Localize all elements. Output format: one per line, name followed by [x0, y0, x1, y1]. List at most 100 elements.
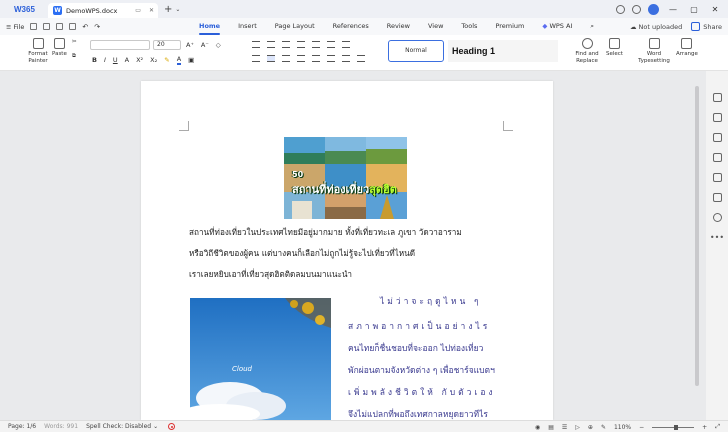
strikethrough-button[interactable]: A — [125, 56, 129, 64]
poem-line[interactable]: คนไทยก็ชื่นชอบที่จะออก ไปท่องเที่ยว — [348, 341, 483, 355]
align-center-icon[interactable] — [267, 55, 275, 62]
play-icon[interactable]: ▷ — [575, 424, 580, 431]
tab-references[interactable]: References — [324, 18, 378, 35]
cut-icon[interactable]: ✂ — [72, 39, 77, 45]
tab-premium[interactable]: Premium — [486, 18, 533, 35]
more-icon[interactable]: ••• — [710, 233, 724, 242]
font-size-select[interactable]: 20 — [153, 40, 181, 50]
tab-list-chevron-icon[interactable]: ⌄ — [175, 6, 180, 13]
word-typesetting-button[interactable]: Word Typesetting — [638, 38, 670, 65]
font-family-select[interactable] — [90, 40, 150, 50]
align-left-icon[interactable] — [252, 55, 260, 62]
eye-icon[interactable]: ◉ — [535, 424, 540, 431]
distribute-icon[interactable] — [312, 55, 320, 62]
save-icon[interactable] — [30, 23, 38, 30]
char-shading-icon[interactable]: ▣ — [188, 56, 194, 64]
preview-icon[interactable] — [69, 23, 77, 30]
italic-button[interactable]: I — [104, 56, 106, 64]
zoom-slider[interactable] — [652, 424, 695, 430]
help-icon[interactable] — [712, 213, 722, 222]
export-icon[interactable] — [43, 23, 51, 30]
justify-icon[interactable] — [297, 55, 305, 62]
decrease-font-icon[interactable]: A⁻ — [201, 41, 209, 49]
find-replace-button[interactable]: Find and Replace — [574, 38, 600, 65]
numbering-icon[interactable] — [267, 41, 275, 48]
document-page[interactable]: 50 สถานที่ท่องเที่ยวสุดฮิต สถานที่ท่องเท… — [141, 81, 553, 420]
show-marks-icon[interactable] — [342, 41, 350, 48]
tab-view[interactable]: View — [419, 18, 452, 35]
page-view-icon[interactable]: ▤ — [548, 424, 554, 431]
tab-tools[interactable]: Tools — [452, 18, 486, 35]
maximize-button[interactable]: ▢ — [687, 5, 701, 14]
tab-restore-icon[interactable]: ▭ — [135, 7, 141, 14]
paragraph-line[interactable]: เราเลยหยิบเอาที่เที่ยวสุดฮิตติดลมบนมาแนะ… — [189, 268, 352, 281]
magic-tools-icon[interactable] — [712, 153, 722, 162]
banner-image[interactable]: 50 สถานที่ท่องเที่ยวสุดฮิต — [284, 137, 407, 219]
indent-icon[interactable] — [297, 41, 305, 48]
tab-page-layout[interactable]: Page Layout — [266, 18, 324, 35]
page-indicator[interactable]: Page: 1/6 — [8, 423, 36, 430]
poem-line[interactable]: ไม่ว่าจะฤดูไหน ๆ — [380, 294, 482, 308]
bold-button[interactable]: B — [92, 56, 97, 64]
share-doc-icon[interactable] — [712, 193, 722, 202]
tab-wps-ai[interactable]: ◆ WPS AI — [533, 18, 581, 35]
new-tab-button[interactable]: + — [164, 4, 172, 15]
sky-photo[interactable]: Cloud — [190, 298, 331, 420]
superscript-button[interactable]: X² — [136, 56, 143, 64]
paragraph-line[interactable]: หรือวิถีชีวิตของผู้คน แต่บางคนก็เลือกไม่… — [189, 247, 415, 260]
app-logo[interactable]: W365 — [0, 0, 48, 18]
spell-check-status[interactable]: Spell Check: Disabled — [86, 423, 151, 430]
clock-icon[interactable] — [616, 4, 625, 14]
format-painter-button[interactable]: Format Painter — [24, 38, 52, 65]
highlight-icon[interactable]: ✎ — [164, 56, 169, 64]
borders-icon[interactable] — [357, 55, 365, 62]
increase-font-icon[interactable]: A⁺ — [186, 41, 194, 49]
share-button[interactable]: Share — [691, 22, 722, 31]
fit-window-icon[interactable]: ⤢ — [715, 423, 720, 431]
globe-icon[interactable] — [632, 4, 641, 14]
poem-line[interactable]: พักผ่อนตามจังหวัดต่าง ๆ เพื่อชาร์จแบตฯ — [348, 363, 495, 377]
zoom-in-icon[interactable]: + — [702, 424, 707, 431]
file-menu[interactable]: ≡ File — [6, 23, 24, 31]
select-button[interactable]: Select — [606, 38, 623, 57]
document-canvas[interactable]: 50 สถานที่ท่องเที่ยวสุดฮิต สถานที่ท่องเท… — [0, 71, 728, 420]
shading-icon[interactable] — [342, 55, 350, 62]
edit-icon[interactable] — [712, 93, 722, 102]
tab-review[interactable]: Review — [378, 18, 419, 35]
undo-icon[interactable]: ↶ — [82, 23, 88, 31]
scrollbar-thumb[interactable] — [695, 86, 699, 386]
record-icon[interactable] — [168, 423, 176, 430]
select-objects-icon[interactable] — [712, 113, 722, 122]
paragraph-line[interactable]: สถานที่ท่องเที่ยวในประเทศไทยมีอยู่มากมาย… — [189, 226, 462, 239]
minimize-button[interactable]: — — [666, 5, 680, 14]
close-button[interactable]: ✕ — [708, 5, 722, 14]
outline-view-icon[interactable]: ☰ — [562, 424, 567, 431]
tab-insert[interactable]: Insert — [229, 18, 266, 35]
redo-icon[interactable]: ↷ — [94, 23, 100, 31]
sort-icon[interactable] — [327, 41, 335, 48]
paste-button[interactable]: Paste — [52, 38, 67, 57]
web-view-icon[interactable]: ⊕ — [588, 424, 593, 431]
avatar[interactable] — [648, 3, 659, 15]
style-heading-1[interactable]: Heading 1 — [448, 40, 558, 62]
poem-line[interactable]: เพิ่มพลังชีวิตให้ กับตัวเอง — [348, 385, 496, 399]
underline-button[interactable]: U — [113, 56, 118, 64]
subscript-button[interactable]: X₂ — [150, 56, 157, 64]
spell-check-chevron-icon[interactable]: ⌄ — [153, 423, 158, 430]
poem-line[interactable]: จึงไม่แปลกที่พอถึงเทศกาลหยุดยาวทีไร — [348, 407, 488, 421]
poem-line[interactable]: สภาพอากาศเป็นอย่างไร — [348, 319, 490, 333]
document-tab[interactable]: W DemoWPS.docx ▭ ✕ — [48, 3, 158, 18]
font-color-icon[interactable]: A — [176, 55, 182, 65]
arrange-button[interactable]: Arrange — [676, 38, 698, 57]
zoom-out-icon[interactable]: − — [639, 424, 644, 431]
align-right-icon[interactable] — [282, 55, 290, 62]
search-icon[interactable]: ⌕ — [581, 18, 603, 35]
tab-home[interactable]: Home — [190, 18, 229, 35]
line-spacing-icon[interactable] — [327, 55, 335, 62]
upload-status[interactable]: ☁ Not uploaded — [630, 23, 682, 31]
word-count[interactable]: Words: 991 — [44, 423, 78, 430]
pen-icon[interactable]: ✎ — [601, 424, 606, 431]
style-normal[interactable]: Normal — [388, 40, 444, 62]
zoom-level[interactable]: 110% — [614, 424, 631, 431]
copy-icon[interactable]: ⧉ — [72, 53, 76, 60]
